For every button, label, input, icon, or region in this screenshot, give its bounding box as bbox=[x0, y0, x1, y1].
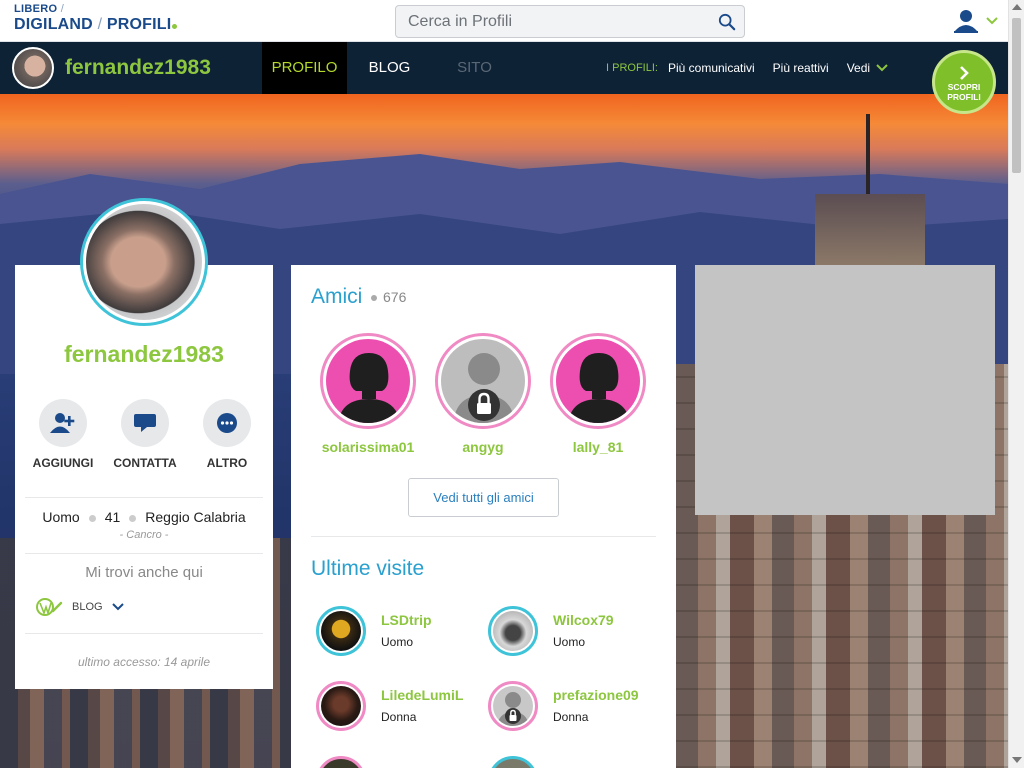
visitor-item-partial bbox=[316, 756, 366, 768]
visitor-name[interactable]: LSDtrip bbox=[381, 612, 432, 628]
zodiac-text: - Cancro - bbox=[119, 529, 169, 541]
add-friend-button[interactable]: AGGIUNGI bbox=[30, 399, 96, 470]
divider bbox=[25, 553, 263, 554]
scrollbar-thumb[interactable] bbox=[1012, 18, 1021, 173]
gender-text: Uomo bbox=[42, 509, 80, 525]
visitor-name[interactable]: Wilcox79 bbox=[553, 612, 614, 628]
main-card: Amici 676 solarissima01 angyg lally_81 V… bbox=[291, 265, 676, 768]
visitor-avatar bbox=[488, 606, 538, 656]
friend-name[interactable]: lally_81 bbox=[548, 439, 648, 455]
scopri-profili-button[interactable]: SCOPRI PROFILI bbox=[932, 50, 996, 114]
chevron-down-icon[interactable] bbox=[876, 64, 888, 72]
visitor-avatar bbox=[316, 681, 366, 731]
search-box bbox=[395, 5, 745, 38]
wordpress-icon bbox=[36, 598, 63, 616]
see-all-friends-button[interactable]: Vedi tutti gli amici bbox=[408, 478, 559, 517]
scroll-down-arrow-icon[interactable] bbox=[1012, 757, 1022, 763]
age-text: 41 bbox=[104, 509, 121, 525]
chevron-down-icon bbox=[986, 17, 998, 25]
profile-nav: fernandez1983 PROFILO BLOG SITO I PROFIL… bbox=[0, 42, 1008, 94]
friends-count: 676 bbox=[371, 289, 406, 305]
female-avatar-icon bbox=[568, 353, 630, 423]
tab-sito: SITO bbox=[457, 59, 492, 76]
visitor-name[interactable]: prefazione09 bbox=[553, 687, 639, 703]
chat-bubble-icon bbox=[134, 414, 156, 432]
user-icon bbox=[954, 10, 978, 33]
visitor-name[interactable]: LiledeLumiL bbox=[381, 687, 463, 703]
top-header: LIBERO / DIGILAND / PROFILI bbox=[0, 0, 1008, 42]
nav-username[interactable]: fernandez1983 bbox=[65, 56, 211, 80]
friend-item[interactable]: angyg bbox=[433, 333, 533, 455]
visitor-avatar bbox=[488, 681, 538, 731]
city-text: Reggio Calabria bbox=[145, 509, 246, 525]
friends-title[interactable]: Amici bbox=[311, 285, 362, 309]
friend-item[interactable]: lally_81 bbox=[548, 333, 648, 455]
search-icon[interactable] bbox=[718, 13, 736, 31]
visitor-gender: Donna bbox=[553, 710, 589, 724]
scroll-up-arrow-icon[interactable] bbox=[1012, 4, 1022, 10]
tower-spire bbox=[866, 114, 870, 199]
locked-avatar-icon bbox=[497, 692, 529, 726]
search-input[interactable] bbox=[396, 6, 706, 37]
libero-digiland-logo[interactable]: LIBERO / DIGILAND / PROFILI bbox=[14, 4, 178, 33]
profile-name: fernandez1983 bbox=[64, 341, 224, 367]
visitor-avatar bbox=[316, 606, 366, 656]
chevron-down-icon bbox=[111, 603, 124, 611]
divider bbox=[311, 536, 656, 537]
visitor-item[interactable]: prefazione09 Donna bbox=[488, 681, 658, 737]
profile-actions: AGGIUNGI CONTATTA ALTRO bbox=[30, 399, 260, 470]
last-access-text: ultimo accesso: 14 aprile bbox=[77, 655, 211, 669]
link-vedi[interactable]: Vedi bbox=[847, 61, 870, 75]
locked-avatar-icon bbox=[453, 353, 515, 423]
divider bbox=[25, 633, 263, 634]
visitor-gender: Uomo bbox=[553, 635, 586, 649]
more-dots-icon bbox=[217, 413, 237, 433]
tab-profilo[interactable]: PROFILO bbox=[262, 42, 347, 94]
ad-placeholder bbox=[695, 265, 995, 515]
friend-name[interactable]: solarissima01 bbox=[318, 439, 418, 455]
page-scrollbar[interactable] bbox=[1008, 0, 1024, 768]
friend-name[interactable]: angyg bbox=[433, 439, 533, 455]
visitor-gender: Uomo bbox=[381, 635, 414, 649]
profiles-label: I PROFILI: bbox=[606, 62, 658, 74]
tab-blog[interactable]: BLOG bbox=[347, 42, 432, 94]
user-menu[interactable] bbox=[952, 6, 1004, 36]
profile-avatar[interactable] bbox=[80, 198, 208, 326]
link-piu-comunicativi[interactable]: Più comunicativi bbox=[668, 61, 755, 75]
visitor-item[interactable]: LSDtrip Uomo bbox=[316, 606, 486, 662]
visitor-gender: Donna bbox=[381, 710, 417, 724]
blog-dropdown[interactable]: BLOG bbox=[35, 597, 124, 617]
profiles-links: I PROFILI: Più comunicativi Più reattivi… bbox=[606, 42, 888, 94]
more-button[interactable]: ALTRO bbox=[194, 399, 260, 470]
blog-label: BLOG bbox=[72, 601, 103, 613]
contact-button[interactable]: CONTATTA bbox=[112, 399, 178, 470]
female-avatar-icon bbox=[338, 353, 400, 423]
recent-visits-title: Ultime visite bbox=[311, 557, 425, 580]
visitor-item[interactable]: Wilcox79 Uomo bbox=[488, 606, 658, 662]
chevron-right-icon bbox=[960, 66, 969, 80]
visitor-item-partial bbox=[488, 756, 538, 768]
nav-avatar[interactable] bbox=[12, 47, 54, 89]
add-user-icon bbox=[50, 413, 75, 433]
friend-item[interactable]: solarissima01 bbox=[318, 333, 418, 455]
profile-info: Uomo 41 Reggio Calabria bbox=[15, 509, 273, 525]
visitor-item[interactable]: LiledeLumiL Donna bbox=[316, 681, 486, 737]
link-piu-reattivi[interactable]: Più reattivi bbox=[773, 61, 829, 75]
profile-card: fernandez1983 AGGIUNGI CONTATTA ALTRO Uo… bbox=[15, 265, 273, 689]
find-me-heading: Mi trovi anche qui bbox=[85, 564, 203, 581]
divider bbox=[25, 497, 263, 498]
